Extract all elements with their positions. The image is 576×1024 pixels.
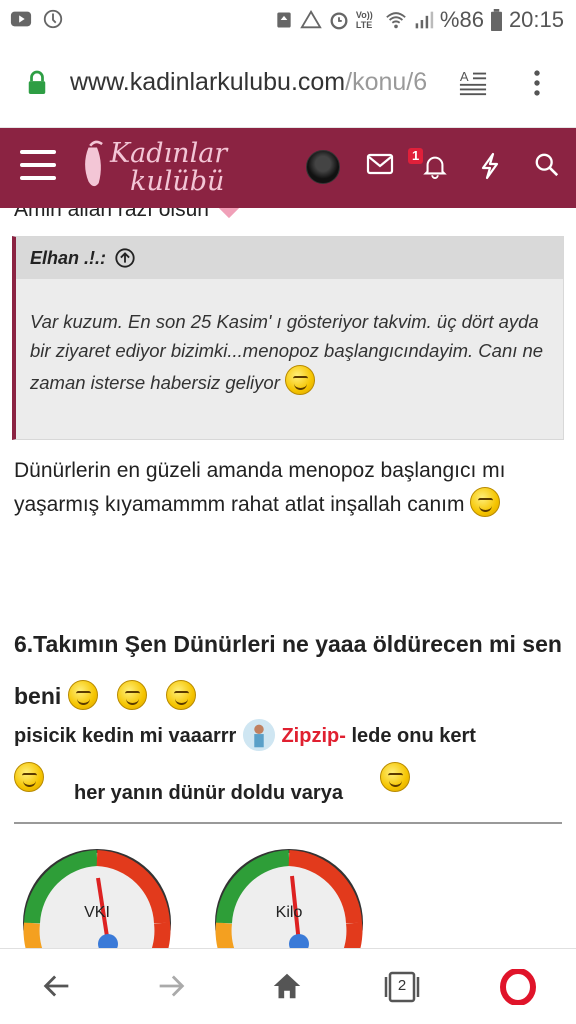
smile-emoji-icon [166, 680, 197, 710]
url-path: /konu/6 [345, 68, 428, 96]
signature-divider [14, 822, 562, 824]
lightning-icon[interactable] [478, 152, 502, 180]
user-mention[interactable]: Zipzip- [281, 725, 345, 747]
quote-block: Elhan .!.: Var kuzum. En son 25 Kasim' ı… [12, 236, 564, 440]
smile-emoji-icon [116, 680, 147, 710]
battery-icon [490, 9, 502, 31]
gauge-label: Kilo [275, 904, 303, 921]
sync-icon [43, 9, 63, 29]
bell-icon[interactable] [422, 152, 448, 180]
youtube-icon [10, 11, 32, 27]
search-icon[interactable] [534, 152, 560, 178]
notification-badge: 1 [408, 148, 424, 164]
tab-count: 2 [397, 977, 407, 994]
logo-line-2: kulübü [130, 166, 225, 197]
menu-icon[interactable] [20, 150, 56, 182]
url-field[interactable]: www.kadinlarkulubu.com/konu/6 [70, 68, 442, 97]
svg-text:A: A [460, 69, 469, 84]
slipper-icon [85, 140, 103, 187]
tabs-button[interactable]: 2 [384, 969, 420, 1005]
gauge-dial-icon [23, 849, 171, 948]
smile-emoji-icon [14, 762, 44, 792]
post-content: Amin allah razı olsun Elhan .!.: Var kuz… [0, 208, 576, 948]
previous-text: Amin allah razı olsun [14, 208, 243, 222]
post-line-3: her yanın dünür doldu varya [74, 782, 343, 805]
more-options-icon[interactable] [528, 68, 546, 98]
reply-text-content: Dünürlerin en güzeli amanda menopoz başl… [14, 459, 506, 516]
signal-icon [415, 11, 434, 29]
opera-logo-icon[interactable] [500, 969, 536, 1005]
back-arrow-icon[interactable] [40, 969, 74, 1003]
wifi-icon [386, 12, 406, 29]
mention-line-text-2: lede onu kert [351, 725, 476, 747]
alarm-icon [330, 12, 348, 30]
post-heading: 6.Takımın Şen Dünürleri ne yaaa öldürece… [14, 618, 566, 722]
home-icon[interactable] [270, 969, 304, 1003]
reply-text: Dünürlerin en güzeli amanda menopoz başl… [14, 454, 566, 521]
reader-mode-icon[interactable]: A [458, 68, 488, 96]
clock: 20:15 [508, 7, 564, 32]
quote-author[interactable]: Elhan .!.: [30, 248, 106, 269]
smile-emoji-icon [67, 680, 98, 710]
user-mention-avatar[interactable] [242, 718, 276, 752]
mention-line: pisicik kedin mi vaaarrr Zipzip- lede on… [14, 718, 566, 752]
crying-emoji-icon [470, 487, 501, 517]
battery-percent: %86 [439, 7, 484, 32]
gauge-dial-icon [215, 849, 363, 948]
logo-text: Kadınlar kulübü [110, 140, 227, 196]
recycle-icon [277, 12, 291, 28]
triangle-recycle-icon [300, 9, 322, 29]
user-avatar[interactable] [306, 150, 340, 184]
quote-header: Elhan .!.: [16, 237, 563, 279]
mail-icon[interactable] [366, 152, 394, 176]
lock-icon [28, 70, 46, 94]
smiley-emoji-icon [285, 365, 315, 395]
site-logo[interactable]: Kadınlar kulübü [80, 134, 250, 200]
arrow-up-circle-icon[interactable] [114, 247, 136, 269]
screen: Vo)) LTE %86 20:15 www.kadinlarkulubu.co… [0, 0, 576, 1024]
bmi-gauge: VKI [22, 848, 172, 948]
logo-line-1: Kadınlar [110, 138, 228, 169]
smile-emoji-icon [380, 762, 410, 792]
quote-text: Var kuzum. En son 25 Kasim' ı gösteriyor… [16, 279, 563, 397]
browser-bottom-nav: 2 [0, 948, 576, 1024]
site-header: Kadınlar kulübü 1 [0, 128, 576, 208]
address-bar: www.kadinlarkulubu.com/konu/6 A [0, 40, 576, 128]
line3-text: her yanın dünür doldu varya [74, 782, 343, 804]
gauge-label: VKI [84, 904, 110, 921]
mention-line-text: pisicik kedin mi vaaarrr [14, 725, 237, 747]
heart-emoji-icon [218, 208, 239, 219]
weight-gauge: Kilo [214, 848, 364, 948]
forward-arrow-icon[interactable] [154, 969, 188, 1003]
status-bar: Vo)) LTE %86 20:15 [0, 0, 576, 40]
url-domain: www.kadinlarkulubu.com [70, 68, 346, 96]
previous-text-label: Amin allah razı olsun [14, 208, 209, 221]
network-label: Vo)) LTE [355, 10, 373, 30]
